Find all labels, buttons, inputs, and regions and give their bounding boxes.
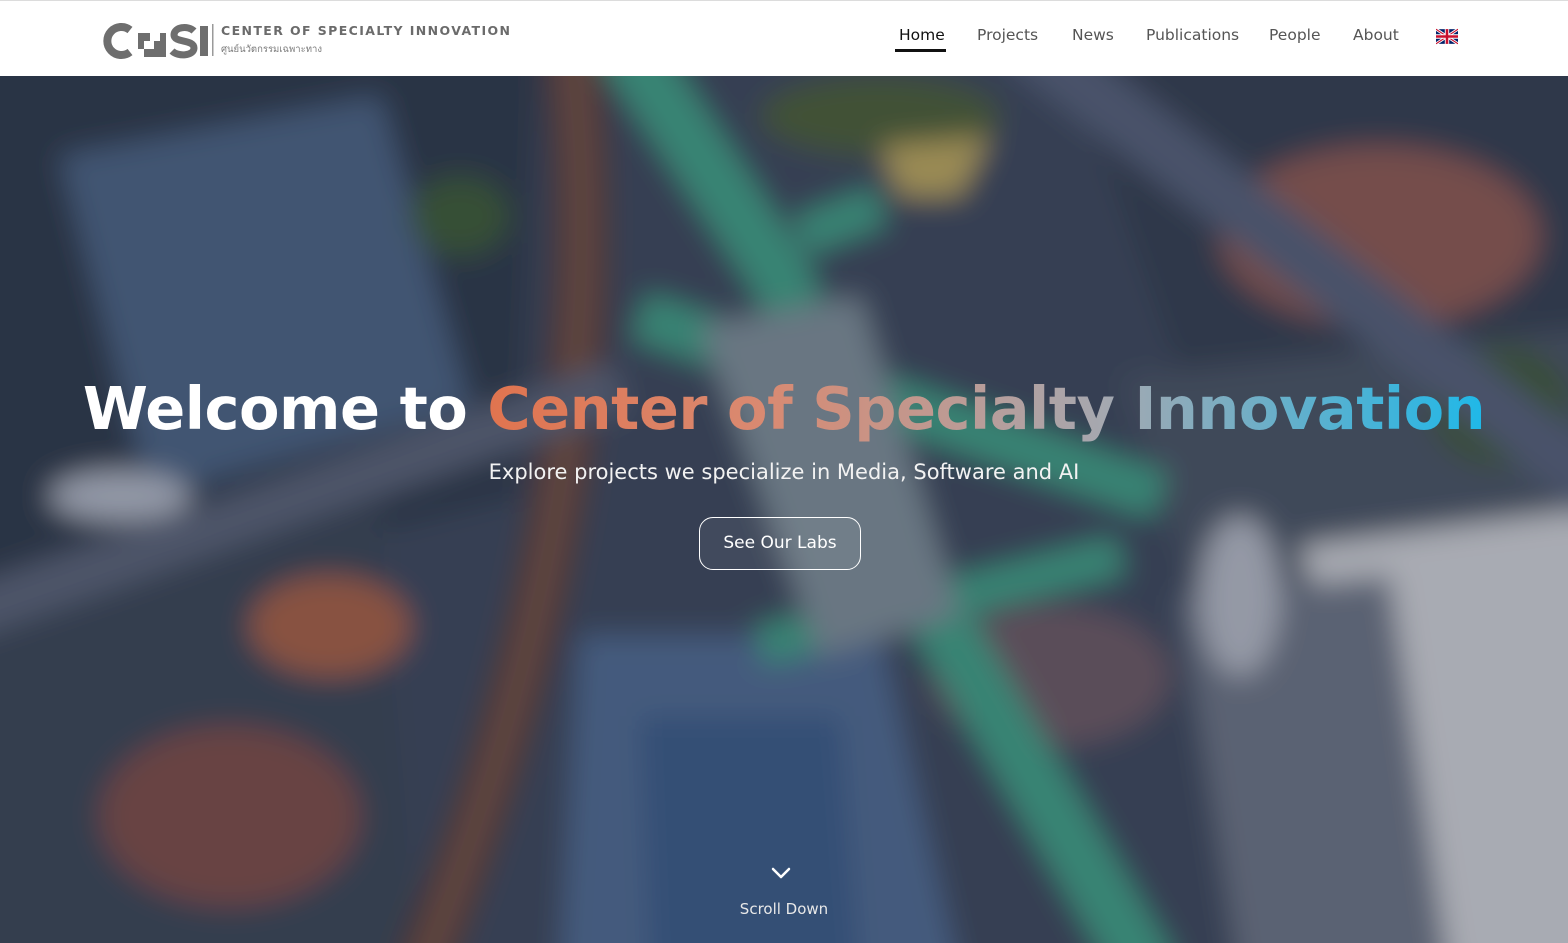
hero-title-highlight: Center of Specialty Innovation xyxy=(487,374,1486,443)
hero-title-prefix: Welcome to xyxy=(82,374,468,443)
nav-projects[interactable]: Projects xyxy=(977,26,1038,44)
cosi-logo-mark-icon xyxy=(103,23,214,59)
logo-title: CENTER OF SPECIALTY INNOVATION xyxy=(221,23,512,38)
logo-subtitle: ศูนย์นวัตกรรมเฉพาะทาง xyxy=(221,44,322,55)
chevron-down-icon[interactable] xyxy=(770,866,792,880)
nav-active-underline xyxy=(895,49,946,52)
nav-publications[interactable]: Publications xyxy=(1146,26,1239,44)
nav-people[interactable]: People xyxy=(1269,26,1321,44)
hero-overlay xyxy=(0,76,1568,943)
uk-flag-icon[interactable] xyxy=(1436,28,1458,45)
top-navbar: CENTER OF SPECIALTY INNOVATION ศูนย์นวัต… xyxy=(0,0,1568,76)
hero-section: Welcome to Center of Specialty Innovatio… xyxy=(0,76,1568,943)
hero-subtitle: Explore projects we specialize in Media,… xyxy=(488,460,1080,484)
scroll-down-label[interactable]: Scroll Down xyxy=(0,900,1568,918)
cosi-logo[interactable]: CENTER OF SPECIALTY INNOVATION ศูนย์นวัต… xyxy=(102,21,510,61)
nav-about[interactable]: About xyxy=(1353,26,1399,44)
see-our-labs-button[interactable]: See Our Labs xyxy=(699,517,861,570)
nav-news[interactable]: News xyxy=(1072,26,1114,44)
nav-home[interactable]: Home xyxy=(899,26,945,44)
hero-title: Welcome to Center of Specialty Innovatio… xyxy=(0,374,1568,443)
